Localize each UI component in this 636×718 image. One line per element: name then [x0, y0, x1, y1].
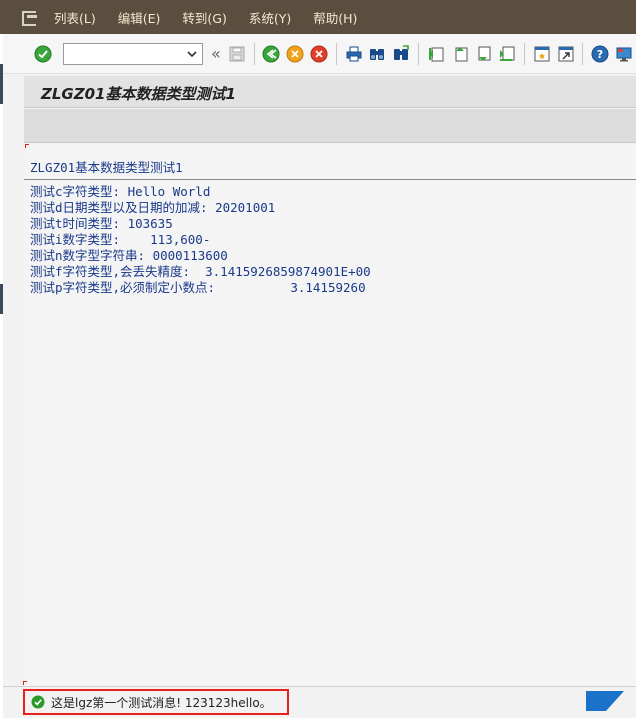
- list-line-p: 测试p字符类型,必须制定小数点: 3.14159260: [30, 280, 366, 295]
- svg-text:?: ?: [597, 48, 603, 61]
- status-corner-marker: [23, 681, 27, 685]
- list-line-i: 测试i数字类型: 113,600-: [30, 232, 211, 247]
- find-button[interactable]: [368, 44, 388, 64]
- chevron-down-icon[interactable]: [185, 47, 199, 61]
- list-line-d: 测试d日期类型以及日期的加减: 20201001: [30, 200, 276, 215]
- cancel-icon: [310, 45, 328, 62]
- save-icon: [229, 46, 245, 61]
- corner-marker: [25, 144, 29, 148]
- monitor-icon: [616, 47, 632, 61]
- exit-button[interactable]: [285, 44, 305, 64]
- menu-help[interactable]: 帮助(H): [313, 8, 357, 27]
- help-icon: ?: [591, 45, 609, 62]
- new-session-icon: [534, 46, 550, 61]
- help-button[interactable]: ?: [590, 44, 610, 64]
- previous-page-icon: [455, 46, 468, 61]
- list-line-n: 测试n数字型字符串: 0000113600: [30, 248, 228, 263]
- list-line-c: 测试c字符类型: Hello World: [30, 184, 211, 199]
- menu-system[interactable]: 系统(Y): [249, 8, 291, 27]
- last-page-icon: [500, 46, 515, 61]
- next-page-icon: [478, 46, 491, 61]
- previous-page-button[interactable]: [450, 44, 470, 64]
- menu-list[interactable]: 列表(L): [54, 8, 96, 27]
- save-button[interactable]: [227, 44, 247, 64]
- print-button[interactable]: [344, 44, 364, 64]
- print-icon: [346, 46, 362, 61]
- list-header-text: ZLGZ01基本数据类型测试1: [30, 160, 183, 175]
- exit-icon: [286, 45, 304, 62]
- status-message-text: 这是lgz第一个测试消息! 123123hello。: [51, 695, 272, 710]
- menu-edit[interactable]: 编辑(E): [118, 8, 161, 27]
- sap-logo-icon: [586, 691, 624, 711]
- left-edge: [0, 34, 3, 718]
- menu-goto[interactable]: 转到(G): [182, 8, 226, 27]
- back-button[interactable]: [262, 44, 282, 64]
- shortcut-icon: [558, 46, 574, 61]
- cancel-button[interactable]: [309, 44, 329, 64]
- success-icon: [31, 695, 45, 709]
- title-bar: ZLGZ01基本数据类型测试1: [24, 76, 636, 108]
- system-menu-icon[interactable]: [22, 10, 40, 26]
- first-page-icon: [428, 47, 444, 61]
- find-icon: [370, 48, 385, 60]
- find-next-icon: [394, 44, 409, 60]
- list-line-f: 测试f字符类型,会丢失精度: 3.1415926859874901E+00: [30, 264, 371, 279]
- first-page-button[interactable]: [426, 44, 446, 64]
- collapse-command-icon[interactable]: «: [211, 44, 221, 63]
- menu-bar: 列表(L) 编辑(E) 转到(G) 系统(Y) 帮助(H): [0, 0, 636, 34]
- command-input[interactable]: [63, 45, 184, 65]
- checkmark-icon: [34, 45, 52, 62]
- list-line-t: 测试t时间类型: 103635: [30, 216, 173, 231]
- shortcut-button[interactable]: [556, 44, 576, 64]
- status-bar: 这是lgz第一个测试消息! 123123hello。: [3, 681, 636, 718]
- list-output: ZLGZ01基本数据类型测试1 测试c字符类型: Hello World 测试d…: [24, 144, 636, 686]
- next-page-button[interactable]: [474, 44, 494, 64]
- command-field[interactable]: [62, 42, 203, 65]
- customize-layout-button[interactable]: [614, 44, 634, 64]
- find-next-button[interactable]: [391, 44, 411, 64]
- enter-button[interactable]: [33, 44, 53, 64]
- page-title: ZLGZ01基本数据类型测试1: [41, 85, 236, 103]
- back-icon: [262, 45, 280, 62]
- list-lines: 测试c字符类型: Hello World 测试d日期类型以及日期的加减: 202…: [30, 184, 371, 296]
- standard-toolbar: « ?: [3, 34, 636, 74]
- list-header: ZLGZ01基本数据类型测试1: [24, 150, 636, 180]
- application-toolbar: [24, 109, 636, 143]
- status-message[interactable]: 这是lgz第一个测试消息! 123123hello。: [23, 689, 289, 715]
- last-page-button[interactable]: [497, 44, 517, 64]
- new-session-button[interactable]: [532, 44, 552, 64]
